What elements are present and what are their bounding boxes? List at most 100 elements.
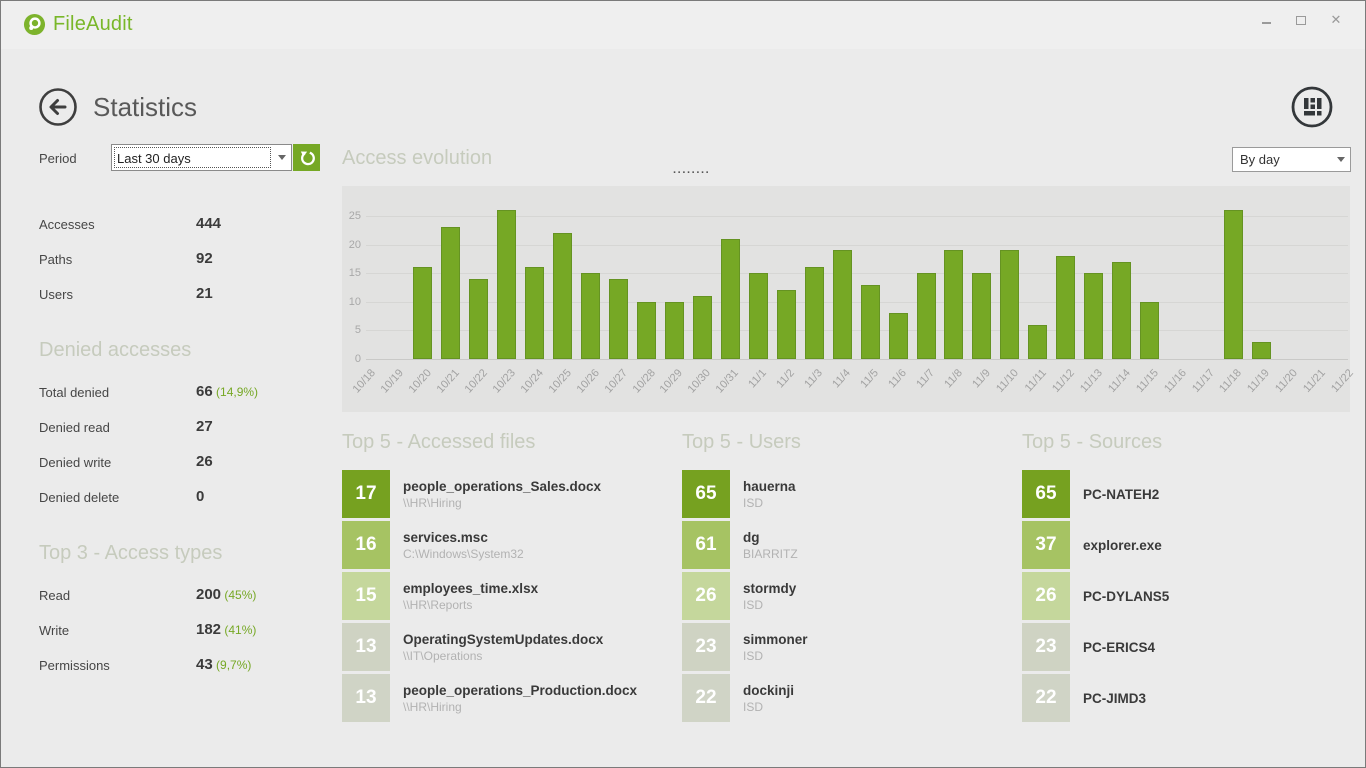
stat-value: 43 (9,7%) <box>196 656 251 673</box>
close-button[interactable]: ✕ <box>1325 10 1347 30</box>
chart-bar[interactable] <box>1084 273 1103 359</box>
chart-bar[interactable] <box>469 279 488 359</box>
top5-heading: Top 5 - Sources <box>1022 431 1342 454</box>
item-text: simmonerISD <box>743 623 808 671</box>
splitter-drag-handle-icon[interactable]: ········ <box>673 167 710 179</box>
period-dropdown[interactable]: Last 30 days <box>111 144 292 171</box>
interval-dropdown[interactable]: By day <box>1232 147 1351 172</box>
chart-bar[interactable] <box>721 239 740 359</box>
item-text: services.mscC:\Windows\System32 <box>403 521 524 569</box>
app-title: FileAudit <box>53 13 133 36</box>
item-sublabel: ISD <box>743 700 794 714</box>
stat-label: Accesses <box>39 217 95 232</box>
stat-row: Denied write26 <box>39 451 329 486</box>
list-item[interactable]: 17 people_operations_Sales.docx\\HR\Hirin… <box>342 470 662 518</box>
item-text: hauernaISD <box>743 470 796 518</box>
list-item[interactable]: 65 hauernaISD <box>682 470 1002 518</box>
rank-count-badge: 23 <box>682 623 730 671</box>
top5-column: Top 5 - Accessed files17people_operation… <box>342 431 662 725</box>
chart-bar[interactable] <box>944 250 963 359</box>
minimize-button[interactable] <box>1255 10 1277 30</box>
list-item[interactable]: 15employees_time.xlsx\\HR\Reports <box>342 572 662 620</box>
rank-count-badge: 17 <box>342 470 390 518</box>
item-text: people_operations_Sales.docx\\HR\Hiring <box>403 470 601 518</box>
stat-value: 92 <box>196 250 213 267</box>
stat-value: 27 <box>196 418 213 435</box>
chart-bar[interactable] <box>889 313 908 359</box>
list-item[interactable]: 23PC-ERICS4 <box>1022 623 1342 671</box>
chart-bar[interactable] <box>749 273 768 359</box>
chart-bar[interactable] <box>861 285 880 359</box>
chart-bar[interactable] <box>805 267 824 359</box>
chart-bar[interactable] <box>1224 210 1243 359</box>
chart-bar[interactable] <box>581 273 600 359</box>
chart-bar[interactable] <box>553 233 572 359</box>
item-sublabel: \\IT\Operations <box>403 649 603 663</box>
chart-bar[interactable] <box>665 302 684 359</box>
blocks-icon <box>1290 85 1334 129</box>
list-item[interactable]: 22PC-JIMD3 <box>1022 674 1342 722</box>
stat-label: Paths <box>39 252 72 267</box>
list-item[interactable]: 13people_operations_Production.docx\\HR\… <box>342 674 662 722</box>
top5-column: Top 5 - Sources 65PC-NATEH237explorer.exe… <box>1022 431 1342 725</box>
list-item[interactable]: 26stormdyISD <box>682 572 1002 620</box>
chart-bar[interactable] <box>525 267 544 359</box>
chart-bar[interactable] <box>917 273 936 359</box>
rank-count-badge: 16 <box>342 521 390 569</box>
refresh-button[interactable] <box>293 144 320 171</box>
rank-count-badge: 65 <box>1022 470 1070 518</box>
chart-bar[interactable] <box>1140 302 1159 359</box>
rank-count-badge: 15 <box>342 572 390 620</box>
chart-bar[interactable] <box>609 279 628 359</box>
interval-value: By day <box>1233 152 1332 167</box>
stat-value: 21 <box>196 285 213 302</box>
list-item[interactable]: 22 dockinji ISD <box>682 674 1002 722</box>
stat-label: Users <box>39 287 73 302</box>
item-sublabel: C:\Windows\System32 <box>403 547 524 561</box>
chart-bar[interactable] <box>637 302 656 359</box>
access-evolution-chart: 051015202510/1810/1910/2010/2110/2210/23… <box>342 186 1350 412</box>
rank-count-badge: 26 <box>1022 572 1070 620</box>
rank-count-badge: 13 <box>342 623 390 671</box>
stat-label: Write <box>39 623 69 638</box>
chart-bar[interactable] <box>441 227 460 359</box>
stat-row: Read200 (45%) <box>39 584 329 619</box>
item-name: stormdy <box>743 581 796 596</box>
chart-bar[interactable] <box>497 210 516 359</box>
list-item[interactable]: 61dgBIARRITZ <box>682 521 1002 569</box>
y-axis-label: 20 <box>342 239 361 251</box>
stat-value: 0 <box>196 488 204 505</box>
list-item[interactable]: 65PC-NATEH2 <box>1022 470 1342 518</box>
chart-bar[interactable] <box>1028 325 1047 359</box>
item-name: PC-DYLANS5 <box>1083 589 1169 604</box>
item-sublabel: ISD <box>743 649 808 663</box>
list-item[interactable]: 37explorer.exe <box>1022 521 1342 569</box>
chart-bar[interactable] <box>693 296 712 359</box>
chart-bar[interactable] <box>833 250 852 359</box>
item-name: dockinji <box>743 683 794 698</box>
fileaudit-window: { "window": { "app_name": "FileAudit", "… <box>0 0 1366 768</box>
chart-bar[interactable] <box>1056 256 1075 359</box>
maximize-button[interactable] <box>1290 10 1312 30</box>
chart-bar[interactable] <box>1112 262 1131 359</box>
stat-row: Users 21 <box>39 283 329 318</box>
chart-bar[interactable] <box>1000 250 1019 359</box>
dashboard-blocks-button[interactable] <box>1290 85 1334 129</box>
chart-bar[interactable] <box>777 290 796 359</box>
list-item[interactable]: 23 simmonerISD <box>682 623 1002 671</box>
item-text: people_operations_Production.docx\\HR\Hi… <box>403 674 637 722</box>
chart-bar[interactable] <box>413 267 432 359</box>
item-text: dgBIARRITZ <box>743 521 798 569</box>
list-item[interactable]: 16 services.mscC:\Windows\System32 <box>342 521 662 569</box>
rank-count-badge: 65 <box>682 470 730 518</box>
item-name: employees_time.xlsx <box>403 581 538 596</box>
rank-count-badge: 22 <box>682 674 730 722</box>
chevron-down-icon <box>1332 157 1350 162</box>
chart-bar[interactable] <box>972 273 991 359</box>
list-item[interactable]: 13OperatingSystemUpdates.docx\\IT\Operat… <box>342 623 662 671</box>
item-text: stormdyISD <box>743 572 796 620</box>
refresh-icon <box>297 148 317 168</box>
back-button[interactable] <box>38 87 78 127</box>
chart-bar[interactable] <box>1252 342 1271 359</box>
list-item[interactable]: 26 PC-DYLANS5 <box>1022 572 1342 620</box>
